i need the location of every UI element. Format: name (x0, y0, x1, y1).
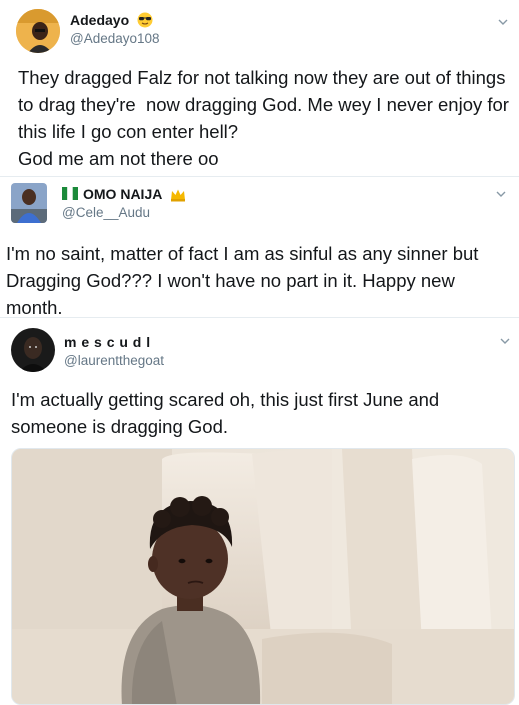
avatar-image (11, 183, 47, 223)
tweet-text: I'm no saint, matter of fact I am as sin… (6, 243, 479, 318)
tweet-text: I'm actually getting scared oh, this jus… (11, 389, 440, 437)
nigeria-flag-icon (62, 187, 78, 200)
tweet-text: They dragged Falz for not talking now th… (18, 67, 509, 169)
chevron-down-icon[interactable] (494, 187, 508, 201)
sunglasses-emoji-icon (137, 12, 153, 28)
author-handle[interactable]: @laurentthegoat (64, 353, 164, 368)
author-name-text: OMO NAIJA (83, 186, 162, 202)
tweet-mescudl[interactable]: m e s c u d l @laurentthegoat I'm actual… (0, 318, 519, 705)
author-name-text: Adedayo (70, 12, 130, 28)
author-name[interactable]: m e s c u d l (64, 334, 151, 350)
avatar-adedayo[interactable] (16, 9, 60, 53)
author-handle[interactable]: @Adedayo108 (70, 31, 160, 46)
tweet-omo-naija[interactable]: OMO NAIJA @Cele__Audu I'm no saint, matt… (0, 177, 519, 318)
avatar-image (16, 9, 60, 53)
avatar-omo-naija[interactable] (11, 183, 47, 223)
chevron-down-icon[interactable] (496, 15, 510, 29)
author-name[interactable]: OMO NAIJA (62, 186, 186, 202)
tweet-adedayo[interactable]: Adedayo @Adedayo108 They dragged Falz fo… (0, 0, 519, 176)
avatar-image (11, 328, 55, 372)
chevron-down-icon[interactable] (498, 334, 512, 348)
author-handle[interactable]: @Cele__Audu (62, 205, 150, 220)
crown-emoji-icon (170, 189, 185, 202)
avatar-mescudl[interactable] (11, 328, 55, 372)
tweet-media-photo[interactable] (11, 448, 515, 705)
author-name[interactable]: Adedayo (70, 12, 153, 28)
toddler-photo-image (12, 449, 514, 704)
